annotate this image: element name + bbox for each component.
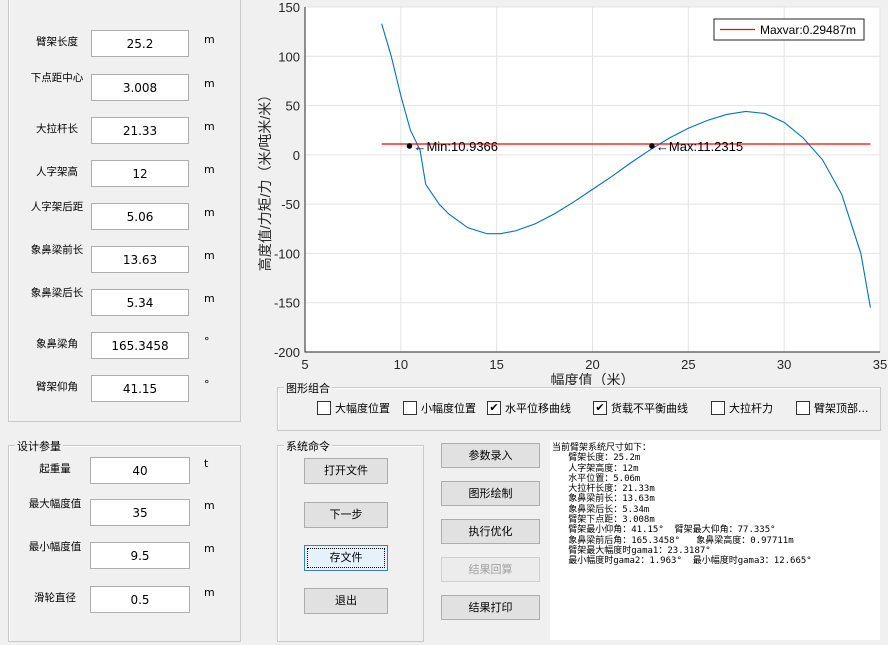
field-unit: m [204, 120, 215, 133]
graph-option-checkbox[interactable]: ✔ 水平位移曲线 [487, 400, 571, 416]
y-tick-label: -100 [274, 246, 300, 261]
field-input[interactable]: 5.34 [91, 289, 189, 316]
design-panel-title: 设计参量 [15, 438, 63, 454]
field-input[interactable]: 41.15 [91, 375, 189, 402]
field-input[interactable]: 165.3458 [91, 332, 189, 359]
x-axis-label: 幅度值（米） [551, 372, 635, 385]
graph-option-checkbox[interactable]: 大幅度位置 [317, 400, 390, 416]
field-label: 大拉杆长 [36, 123, 78, 135]
y-tick-label: -50 [281, 197, 300, 212]
design-field-label: 最小幅度值 [28, 541, 82, 553]
action-button[interactable]: 参数录入 [441, 443, 540, 468]
output-textbox[interactable]: 当前臂架系统尺寸如下： 臂架长度：25.2m 人字架高度：12m 水平位置：5.… [550, 440, 880, 640]
annotation-label: ←Max:11.2315 [656, 139, 743, 154]
y-tick-label: 100 [278, 49, 300, 64]
field-unit: m [204, 33, 215, 46]
y-tick-label: 0 [293, 148, 300, 163]
annotation-marker [406, 143, 413, 149]
graph-option-checkbox[interactable]: ✔ 货载不平衡曲线 [593, 400, 688, 416]
graph-option-checkbox[interactable]: 大拉杆力 [711, 400, 773, 416]
action-button[interactable]: 结果打印 [441, 595, 540, 620]
system-button[interactable]: 退出 [304, 588, 388, 614]
field-unit: ° [204, 378, 210, 391]
design-field-unit: m [204, 586, 215, 599]
y-tick-label: -150 [274, 296, 300, 311]
field-label: 人字架后距 [30, 201, 84, 213]
system-button[interactable]: 打开文件 [304, 458, 388, 484]
graph-option-label: 大拉杆力 [729, 402, 773, 415]
x-tick-label: 15 [489, 357, 503, 372]
field-label: 臂架长度 [36, 36, 78, 48]
action-button[interactable]: 结果回算 [441, 557, 540, 582]
design-field-label: 起重量 [39, 463, 71, 475]
design-field-label: 最大幅度值 [28, 498, 82, 510]
field-label: 象鼻梁后长 [30, 287, 84, 299]
design-field-input[interactable]: 35 [90, 499, 190, 526]
x-tick-label: 20 [585, 357, 599, 372]
field-input[interactable]: 3.008 [91, 74, 189, 101]
field-unit: m [204, 163, 215, 176]
field-label: 臂架仰角 [36, 381, 78, 393]
field-input[interactable]: 12 [91, 160, 189, 187]
graph-option-label: 小幅度位置 [421, 402, 476, 415]
checkbox-checked-icon[interactable]: ✔ [487, 401, 501, 415]
y-tick-label: 150 [278, 0, 300, 15]
field-unit: m [204, 249, 215, 262]
graph-option-checkbox[interactable]: 小幅度位置 [403, 400, 476, 416]
design-field-input[interactable]: 9.5 [90, 542, 190, 569]
graph-option-label: 臂架顶部... [814, 402, 869, 415]
x-tick-label: 35 [873, 357, 887, 372]
field-label: 人字架高 [36, 166, 78, 178]
y-tick-label: -200 [274, 345, 300, 360]
annotation-label: ←Min:10.9366 [413, 139, 498, 154]
field-unit: m [204, 292, 215, 305]
checkbox-empty-icon[interactable] [711, 401, 725, 415]
design-field-input[interactable]: 0.5 [90, 586, 190, 613]
field-unit: m [204, 77, 215, 90]
x-tick-label: 10 [394, 357, 408, 372]
legend-label: Maxvar:0.29487m [760, 23, 856, 37]
chart: 5 10 15 20 25 30 35 150 100 50 0 -50 -100 -150 -200 幅度值… [257, 0, 887, 385]
field-input[interactable]: 25.2 [91, 30, 189, 57]
field-label: 象鼻梁角 [36, 338, 78, 350]
y-axis-label: 高度值/力矩/力（米/吨米/米） [257, 88, 273, 272]
graph-option-label: 大幅度位置 [335, 402, 390, 415]
annotation-marker [649, 143, 655, 149]
action-button[interactable]: 图形绘制 [441, 481, 540, 506]
design-field-input[interactable]: 40 [90, 457, 190, 484]
graph-option-label: 水平位移曲线 [505, 402, 571, 415]
x-tick-label: 25 [681, 357, 695, 372]
graph-option-checkbox[interactable]: 臂架顶部... [796, 400, 869, 416]
action-button[interactable]: 执行优化 [441, 519, 540, 544]
x-tick-label: 5 [301, 357, 308, 372]
y-tick-label: 50 [286, 99, 300, 114]
system-button[interactable]: 下一步 [304, 502, 388, 528]
design-field-unit: t [204, 457, 209, 470]
design-field-label: 滑轮直径 [34, 592, 76, 604]
graph-group-title: 图形组合 [284, 380, 332, 396]
field-label: 下点距中心 [30, 72, 84, 84]
checkbox-empty-icon[interactable] [317, 401, 331, 415]
checkbox-checked-icon[interactable]: ✔ [593, 401, 607, 415]
checkbox-empty-icon[interactable] [796, 401, 810, 415]
field-unit: m [204, 206, 215, 219]
design-field-unit: m [204, 499, 215, 512]
system-button[interactable]: 存文件 [304, 545, 388, 571]
system-command-title: 系统命令 [284, 438, 332, 454]
field-input[interactable]: 13.63 [91, 246, 189, 273]
field-input[interactable]: 21.33 [91, 117, 189, 144]
x-tick-label: 30 [777, 357, 791, 372]
field-unit: ° [204, 335, 210, 348]
graph-option-label: 货载不平衡曲线 [611, 402, 688, 415]
checkbox-empty-icon[interactable] [403, 401, 417, 415]
field-input[interactable]: 5.06 [91, 203, 189, 230]
design-field-unit: m [204, 542, 215, 555]
field-label: 象鼻梁前长 [30, 244, 84, 256]
